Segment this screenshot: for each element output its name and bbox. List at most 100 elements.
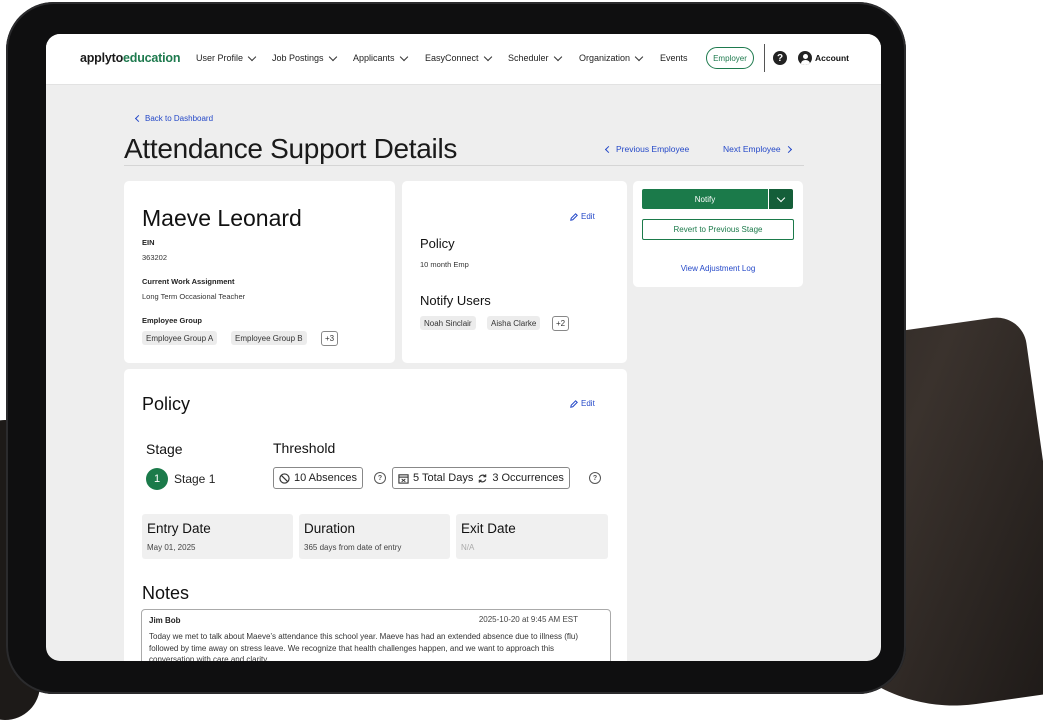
nav-label: Events [660,53,688,63]
account-label: Account [815,53,849,63]
entry-date-label: Entry Date [147,521,211,536]
employee-card: Maeve Leonard EIN 363202 Current Work As… [124,181,395,363]
notify-dropdown-button[interactable] [769,189,793,209]
revert-stage-button[interactable]: Revert to Previous Stage [642,219,794,240]
nav-applicants[interactable]: Applicants [353,52,408,63]
employer-button[interactable]: Employer [706,47,754,69]
nav-label: Applicants [353,53,395,63]
chevron-down-icon [634,52,644,61]
help-icon[interactable]: ? [589,472,601,484]
edit-button[interactable]: Edit [570,399,595,408]
nav-easyconnect[interactable]: EasyConnect [425,52,492,63]
logo[interactable]: applytoeducation [80,51,180,65]
policy-value: 10 month Emp [420,260,469,269]
employee-group-more-badge[interactable]: +3 [321,331,339,346]
app-screen: applytoeducation User Profile Job Postin… [46,34,881,661]
ein-label: EIN [142,238,155,247]
note-author: Jim Bob [149,616,181,625]
chevron-down-icon [328,52,337,61]
pencil-icon [570,399,578,408]
account-icon [798,51,812,65]
help-icon[interactable]: ? [374,472,386,484]
tablet-frame: applytoeducation User Profile Job Postin… [6,2,906,694]
back-to-dashboard-link[interactable]: Back to Dashboard [134,114,214,123]
stage-label: Stage [146,441,183,457]
chevron-down-icon [553,52,562,61]
nav-scheduler[interactable]: Scheduler [508,52,562,63]
chevron-left-icon [134,114,143,123]
notify-user-chip: Noah Sinclair [420,316,476,330]
next-employee-label: Next Employee [723,144,781,154]
absences-chip: 10 Absences [273,467,363,489]
note-body: Today we met to talk about Maeve’s atten… [149,632,579,661]
title-divider [124,165,804,166]
notes-title: Notes [142,583,190,603]
back-label: Back to Dashboard [145,114,214,123]
ein-value: 363202 [142,253,168,262]
assignment-label: Current Work Assignment [142,277,235,286]
top-nav: applytoeducation User Profile Job Postin… [46,34,881,85]
assignment-value: Long Term Occasional Teacher [142,292,246,301]
chevron-down-icon [776,193,786,202]
policy-label: Policy [420,236,455,251]
duration-box: Duration 365 days from date of entry [299,514,450,559]
chevron-down-icon [247,52,257,61]
entry-date-box: Entry Date May 01, 2025 [142,514,293,559]
nav-label: EasyConnect [425,53,479,63]
nav-user-profile[interactable]: User Profile [196,52,257,63]
edit-label: Edit [581,212,595,221]
nav-label: Organization [579,53,631,63]
account-menu[interactable]: Account [798,51,849,65]
policy-title: Policy [142,394,191,414]
employee-name: Maeve Leonard [142,205,302,231]
nav-events[interactable]: Events [660,53,688,63]
employee-group-chip: Employee Group B [231,331,307,345]
notify-button[interactable]: Notify [642,189,768,209]
note-entry: Jim Bob 2025-10-20 at 9:45 AM EST Today … [141,609,611,661]
note-timestamp: 2025-10-20 at 9:45 AM EST [478,615,578,624]
view-adjustment-log-link[interactable]: View Adjustment Log [633,264,803,273]
previous-employee-label: Previous Employee [616,144,690,154]
prohibited-icon [279,472,290,484]
notify-users-more-badge[interactable]: +2 [552,316,570,331]
pencil-icon [570,212,578,221]
duration-value: 365 days from date of entry [304,543,402,552]
exit-date-value: N/A [461,543,475,552]
policy-detail-card: Policy Edit Stage 1 Stage 1 Threshold 10… [124,369,627,661]
chevron-right-icon [784,145,792,153]
nav-divider [764,44,765,72]
repeat-icon [479,473,487,483]
logo-text-a: applyto [80,51,124,65]
actions-card: Notify Revert to Previous Stage View Adj… [633,181,803,287]
stage-number-badge: 1 [146,468,168,490]
duration-label: Duration [304,521,356,536]
employee-group-label: Employee Group [142,316,203,325]
occurrences-value: 3 Occurrences [492,472,564,484]
notify-users-label: Notify Users [420,293,491,308]
absences-value: 10 Absences [294,472,357,484]
edit-label: Edit [581,399,595,408]
days-occurrences-chip: 5 Total Days 3 Occurrences [392,467,570,489]
page-title: Attendance Support Details [124,133,458,164]
employee-group-chip: Employee Group A [142,331,218,345]
chevron-down-icon [483,52,492,61]
nav-label: User Profile [196,53,244,63]
edit-button[interactable]: Edit [570,212,595,221]
help-icon[interactable]: ? [773,51,787,65]
total-days-value: 5 Total Days [413,472,474,484]
chevron-left-icon [604,145,613,153]
chevron-down-icon [399,52,408,61]
logo-text-b-inner: education [123,51,181,65]
exit-date-box: Exit Date N/A [456,514,608,559]
exit-date-label: Exit Date [461,521,516,536]
nav-job-postings[interactable]: Job Postings [272,52,337,63]
threshold-label: Threshold [273,440,336,456]
entry-date-value: May 01, 2025 [147,543,196,552]
nav-organization[interactable]: Organization [579,52,644,63]
logo-text-b: education [123,51,180,65]
calendar-icon [398,473,409,484]
next-employee-link[interactable]: Next Employee [723,144,792,154]
notify-user-chip: Aisha Clarke [487,316,541,330]
policy-summary-card: Edit Policy 10 month Emp Notify Users No… [402,181,627,363]
previous-employee-link[interactable]: Previous Employee [604,144,690,154]
